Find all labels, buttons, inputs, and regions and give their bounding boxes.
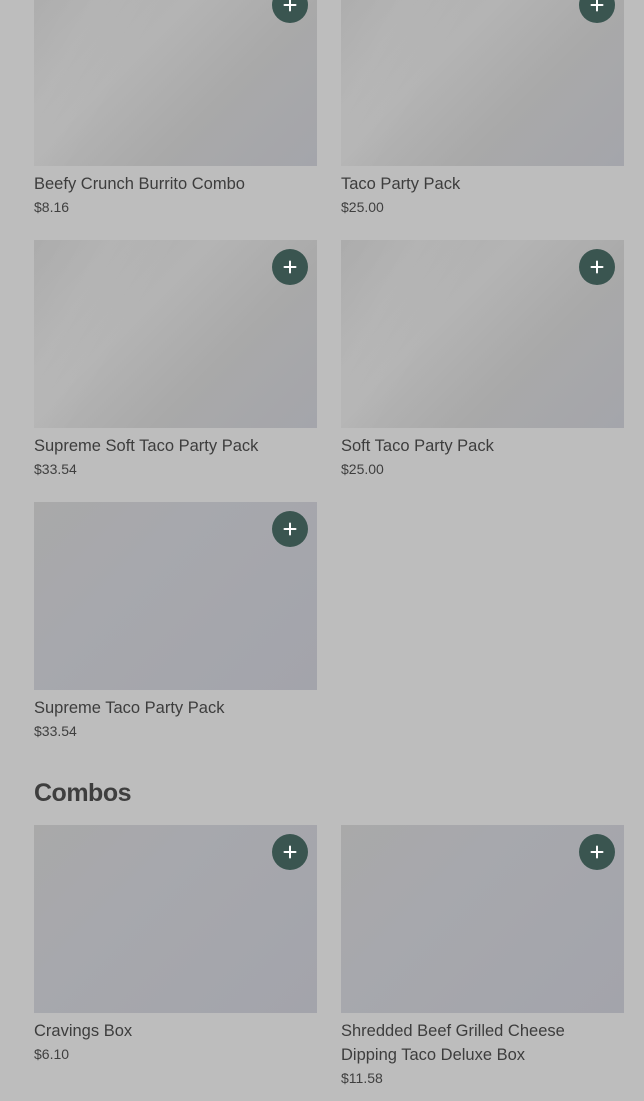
item-title[interactable]: Soft Taco Party Pack — [341, 434, 624, 458]
item-price: $33.54 — [34, 461, 77, 477]
plus-icon — [590, 845, 604, 859]
add-item-button[interactable] — [272, 0, 308, 23]
add-item-button[interactable] — [272, 249, 308, 285]
item-title[interactable]: Beefy Crunch Burrito Combo — [34, 172, 317, 196]
item-image[interactable] — [341, 825, 624, 1013]
item-price: $25.00 — [341, 199, 384, 215]
menu-item-card[interactable]: Taco Party Pack $25.00 — [341, 0, 624, 217]
menu-item-card[interactable]: Supreme Taco Party Pack $33.54 — [34, 502, 317, 741]
menu-item-card[interactable]: Beefy Crunch Burrito Combo $8.16 — [34, 0, 317, 217]
item-price: $6.10 — [34, 1046, 70, 1062]
item-title[interactable]: Cravings Box — [34, 1019, 317, 1043]
party-packs-grid: Beefy Crunch Burrito Combo $8.16 Taco Pa… — [34, 0, 624, 741]
combos-grid: Cravings Box $6.10 Shredded Beef Grilled… — [34, 825, 624, 1088]
menu-page: Beefy Crunch Burrito Combo $8.16 Taco Pa… — [0, 0, 644, 1101]
menu-item-card[interactable]: Shredded Beef Grilled Cheese Dipping Tac… — [341, 825, 624, 1088]
section-heading-combos: Combos — [34, 779, 132, 807]
plus-icon — [283, 260, 297, 274]
item-price: $8.16 — [34, 199, 70, 215]
plus-icon — [590, 260, 604, 274]
add-item-button[interactable] — [272, 834, 308, 870]
item-title[interactable]: Supreme Taco Party Pack — [34, 696, 317, 720]
item-title[interactable]: Supreme Soft Taco Party Pack — [34, 434, 317, 458]
plus-icon — [283, 522, 297, 536]
item-price: $33.54 — [34, 723, 77, 739]
plus-icon — [283, 0, 297, 12]
menu-item-card[interactable]: Cravings Box $6.10 — [34, 825, 317, 1088]
add-item-button[interactable] — [579, 0, 615, 23]
item-title[interactable]: Taco Party Pack — [341, 172, 624, 196]
item-image[interactable] — [341, 240, 624, 428]
item-title[interactable]: Shredded Beef Grilled Cheese Dipping Tac… — [341, 1019, 624, 1067]
menu-item-card[interactable]: Supreme Soft Taco Party Pack $33.54 — [34, 240, 317, 479]
item-image[interactable] — [34, 825, 317, 1013]
item-image[interactable] — [34, 0, 317, 166]
add-item-button[interactable] — [579, 834, 615, 870]
item-image[interactable] — [34, 502, 317, 690]
add-item-button[interactable] — [579, 249, 615, 285]
plus-icon — [590, 0, 604, 12]
item-price: $11.58 — [341, 1070, 383, 1086]
add-item-button[interactable] — [272, 511, 308, 547]
item-price: $25.00 — [341, 461, 384, 477]
menu-item-card[interactable]: Soft Taco Party Pack $25.00 — [341, 240, 624, 479]
plus-icon — [283, 845, 297, 859]
item-image[interactable] — [34, 240, 317, 428]
item-image[interactable] — [341, 0, 624, 166]
